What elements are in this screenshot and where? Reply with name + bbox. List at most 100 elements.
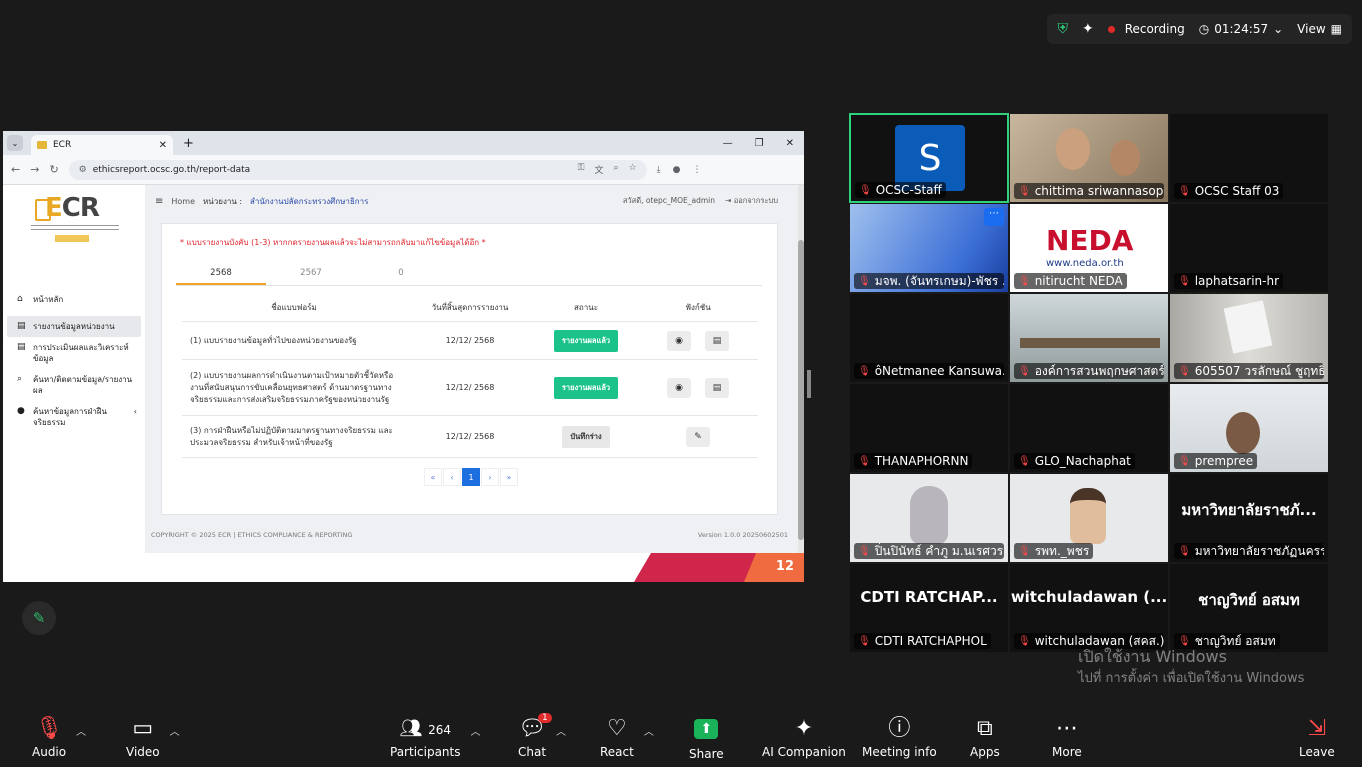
- participant-tile[interactable]: 🎙︎ ô‌Netmanee Kansuwa...: [849, 293, 1009, 383]
- participant-tile[interactable]: 🎙︎ laphatsarin-hr: [1169, 203, 1329, 293]
- chevron-left-icon[interactable]: ‹: [134, 406, 137, 417]
- participant-tile[interactable]: 🎙︎ prempree: [1169, 383, 1329, 473]
- meeting-info-button[interactable]: ⓘ Meeting info: [862, 715, 937, 759]
- mic-muted-icon: 🎙︎: [1178, 365, 1191, 377]
- page-scrollbar[interactable]: [798, 185, 804, 553]
- star-icon[interactable]: ☆: [629, 163, 637, 176]
- back-icon[interactable]: ←: [11, 163, 20, 176]
- participant-tile[interactable]: ชาญวิทย์ อสมท 🎙︎ ชาญวิทย์ อสมท: [1169, 563, 1329, 653]
- participant-tile[interactable]: 🎙︎ THANAPHORNN: [849, 383, 1009, 473]
- participant-tile[interactable]: 🎙︎ องค์การสวนพฤกษศาสตร์: [1009, 293, 1169, 383]
- tab-year[interactable]: 2567: [266, 262, 356, 285]
- react-button[interactable]: ♡ React ︿: [600, 715, 654, 759]
- minimize-icon[interactable]: —: [723, 138, 733, 149]
- browser-tab[interactable]: ECR ✕: [31, 135, 173, 155]
- row-date: 12/12/ 2568: [445, 336, 495, 345]
- heart-icon: ♡: [607, 716, 627, 741]
- apps-button[interactable]: ⧉ Apps: [970, 715, 1000, 759]
- sidebar-item[interactable]: ● ค้นหาข้อมูลการฝ่าฝืนจริยธรรม ‹: [3, 401, 145, 433]
- participant-tile[interactable]: มหาวิทยาลัยราชภั... 🎙︎ มหาวิทยาลัยราชภัฏนค…: [1169, 473, 1329, 563]
- status-badge[interactable]: บันทึกร่าง: [562, 425, 610, 448]
- share-button[interactable]: ⬆ Share: [689, 715, 724, 761]
- chevron-up-icon[interactable]: ︿: [644, 723, 654, 738]
- more-options-icon[interactable]: ⋯: [984, 208, 1004, 226]
- forward-icon[interactable]: →: [30, 163, 39, 176]
- audio-button[interactable]: 🎙︎ Audio ︿: [32, 715, 86, 759]
- mic-muted-icon: 🎙︎: [1018, 275, 1031, 287]
- tab-year[interactable]: 0: [356, 262, 446, 285]
- edit-icon[interactable]: ✎: [686, 426, 710, 447]
- pager-button[interactable]: ›: [481, 468, 499, 486]
- download-icon[interactable]: ⤓: [657, 165, 661, 175]
- reload-icon[interactable]: ↻: [49, 163, 58, 176]
- sidebar-item[interactable]: ▤ การประเมินผลและวิเคราะห์ข้อมูล: [3, 337, 145, 369]
- pager-button[interactable]: »: [500, 468, 518, 486]
- ai-companion-button[interactable]: ✦ AI Companion: [762, 715, 846, 759]
- watermark-line1: เปิดใช้งาน Windows: [1078, 647, 1227, 666]
- participant-tile[interactable]: NEDA www.neda.or.th 🎙︎ nitirucht NEDA: [1009, 203, 1169, 293]
- participant-label: 🎙︎ ô‌Netmanee Kansuwa...: [854, 363, 1004, 379]
- participant-tile[interactable]: 🎙︎ OCSC Staff 03: [1169, 113, 1329, 203]
- participant-tile[interactable]: 🎙︎ GLO_Nachaphat: [1009, 383, 1169, 473]
- shield-icon[interactable]: ⛨: [1057, 21, 1068, 37]
- logout-icon: ⇥: [725, 196, 732, 205]
- view-icon[interactable]: ◉: [667, 377, 691, 398]
- annotate-pencil-icon[interactable]: ✎: [22, 601, 56, 635]
- participant-tile[interactable]: 🎙︎ chittima sriwannasop...: [1009, 113, 1169, 203]
- split-resize-handle[interactable]: [807, 370, 811, 398]
- row-form: (1) แบบรายงานข้อมูลทั่วไปของหน่วยงานของร…: [190, 335, 357, 345]
- url-field[interactable]: ⚙ ethicsreport.ocsc.go.th/report-data ⚿ …: [68, 159, 647, 180]
- participant-tile[interactable]: S 🎙︎ OCSC-Staff: [849, 113, 1009, 203]
- info-icon: ⓘ: [888, 716, 911, 741]
- meeting-timer[interactable]: ◷ 01:24:57 ⌄: [1199, 22, 1283, 36]
- chevron-up-icon[interactable]: ︿: [471, 723, 481, 738]
- chevron-up-icon[interactable]: ︿: [556, 723, 566, 738]
- key-icon[interactable]: ⚿: [578, 163, 585, 176]
- pager-button[interactable]: 1: [462, 468, 480, 486]
- neda-logo: NEDA: [1046, 224, 1134, 257]
- zoom-icon[interactable]: ⌕: [614, 163, 619, 176]
- participant-label: 🎙︎ GLO_Nachaphat: [1014, 453, 1135, 469]
- sidebar-item[interactable]: ⌕ ค้นหา/ติดตามข้อมูล/รายงานผล: [3, 369, 145, 401]
- sidebar-item[interactable]: ▤ รายงานข้อมูลหน่วยงาน: [7, 316, 141, 337]
- breadcrumb-home[interactable]: Home: [171, 197, 195, 206]
- leave-button[interactable]: ⇲ Leave: [1299, 715, 1335, 759]
- pager-button[interactable]: «: [424, 468, 442, 486]
- translate-icon[interactable]: 文: [595, 163, 604, 176]
- logout-button[interactable]: ⇥ ออกจากระบบ: [725, 195, 778, 207]
- more-button[interactable]: ⋯ More: [1052, 715, 1082, 759]
- site-info-icon[interactable]: ⚙: [79, 165, 87, 175]
- maximize-icon[interactable]: ❐: [755, 138, 764, 149]
- leave-icon: ⇲: [1307, 716, 1327, 741]
- file-icon[interactable]: ▤: [705, 377, 729, 398]
- participant-tile[interactable]: witchuladawan (... 🎙︎ witchuladawan (สคส.): [1009, 563, 1169, 653]
- scrollbar-thumb[interactable]: [798, 240, 804, 540]
- chevron-up-icon[interactable]: ︿: [76, 723, 86, 738]
- recording-indicator[interactable]: Recording: [1107, 22, 1185, 36]
- participants-button[interactable]: 👥︎ 264 Participants ︿: [390, 715, 481, 759]
- participant-tile[interactable]: ⋯ 🎙︎ มจพ. (จันทรเกษม)-พัชร ...: [849, 203, 1009, 293]
- chat-button[interactable]: 💬︎ 1 Chat ︿: [518, 713, 566, 759]
- view-icon[interactable]: ◉: [667, 330, 691, 351]
- new-tab-icon[interactable]: +: [183, 136, 194, 151]
- close-icon[interactable]: ✕: [159, 140, 167, 151]
- pager-button[interactable]: ‹: [443, 468, 461, 486]
- participants-count: 264: [428, 723, 451, 737]
- chevron-up-icon[interactable]: ︿: [170, 723, 180, 738]
- profile-icon[interactable]: ●: [673, 165, 681, 175]
- tab-year[interactable]: 2568: [176, 262, 266, 285]
- participant-tile[interactable]: 🎙︎ 605507 วรลักษณ์ ชูฤทธิ์: [1169, 293, 1329, 383]
- sidebar-item[interactable]: ⌂ หน้าหลัก: [3, 289, 145, 310]
- participant-tile[interactable]: 🎙︎ ปิ่นปินัทธ์ คำภู ม.นเรศวร: [849, 473, 1009, 563]
- file-icon[interactable]: ▤: [705, 330, 729, 351]
- sparkle-icon[interactable]: ✦: [1082, 21, 1094, 37]
- close-window-icon[interactable]: ✕: [786, 138, 794, 149]
- participant-label: 🎙︎ องค์การสวนพฤกษศาสตร์: [1014, 363, 1164, 379]
- participant-tile[interactable]: CDTI RATCHAP... 🎙︎ CDTI RATCHAPHOL: [849, 563, 1009, 653]
- participant-tile[interactable]: 🎙︎ รพท._พชร: [1009, 473, 1169, 563]
- hamburger-icon[interactable]: ≡: [155, 196, 163, 207]
- menu-icon[interactable]: ⋮: [693, 165, 702, 175]
- video-button[interactable]: ▭ Video ︿: [126, 715, 180, 759]
- tab-search-icon[interactable]: ⌄: [7, 135, 23, 151]
- view-button[interactable]: View ▦: [1297, 22, 1342, 36]
